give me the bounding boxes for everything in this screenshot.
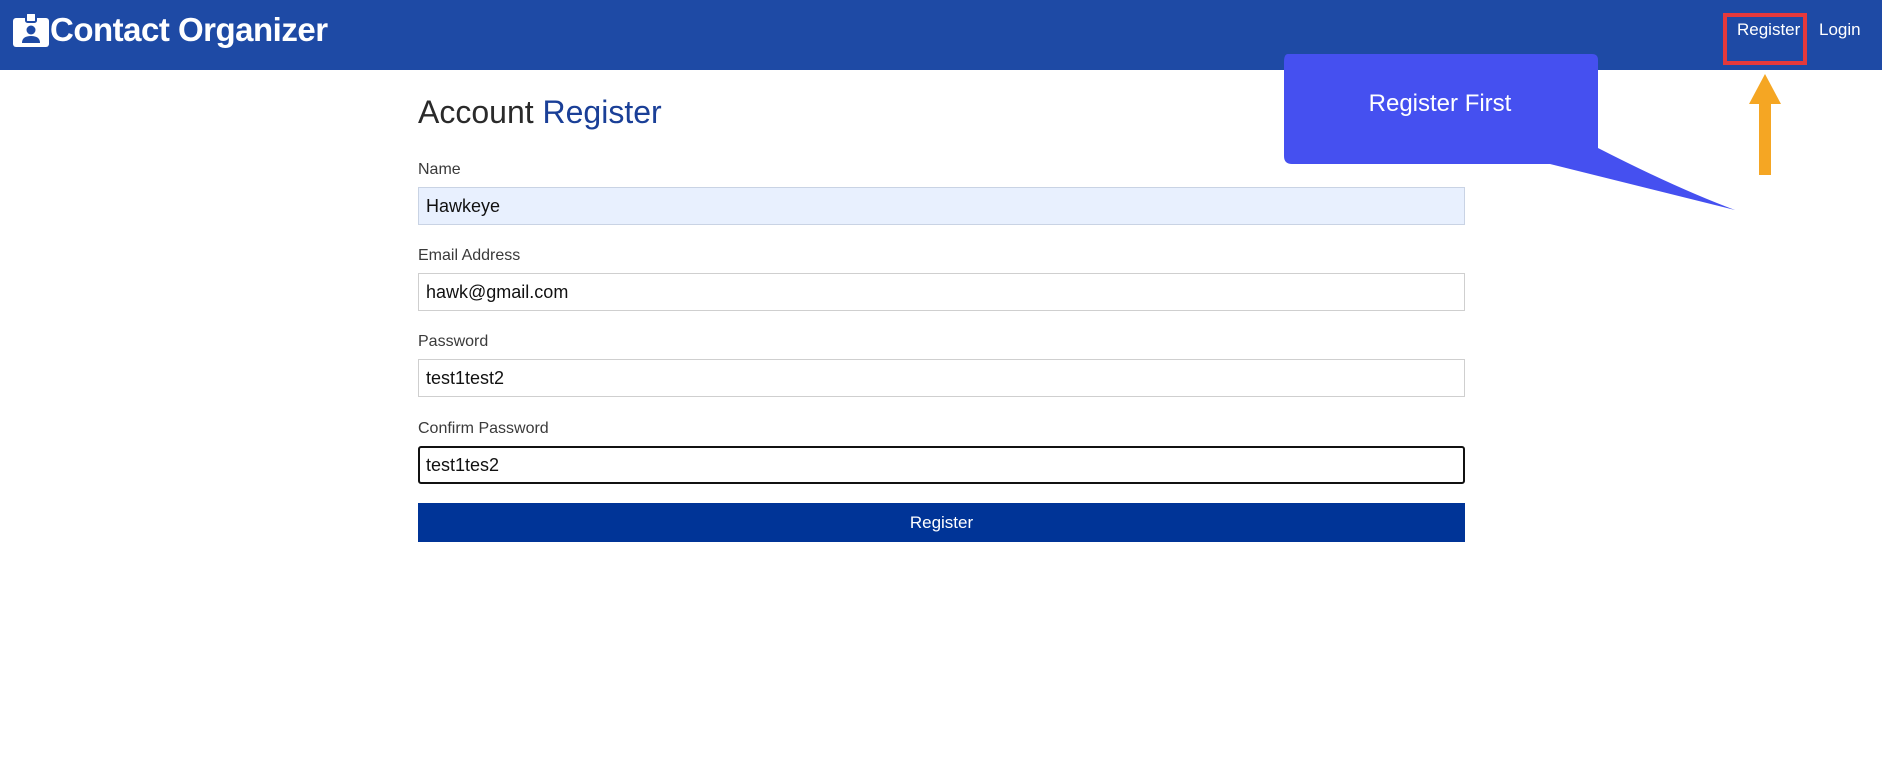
callout-bubble (1284, 54, 1735, 210)
email-field[interactable] (418, 273, 1465, 311)
page-title-accent: Register (542, 94, 662, 130)
confirm-password-field[interactable] (418, 446, 1465, 484)
password-label: Password (418, 333, 489, 350)
name-label: Name (418, 161, 461, 178)
register-submit-button[interactable]: Register (418, 503, 1465, 542)
callout-shape (1284, 54, 1735, 210)
brand-title: Contact Organizer (50, 11, 328, 48)
password-field[interactable] (418, 359, 1465, 397)
nav-login-link[interactable]: Login (1819, 20, 1861, 40)
brand[interactable]: Contact Organizer (12, 11, 328, 49)
email-label: Email Address (418, 247, 521, 264)
up-arrow-icon (1749, 74, 1781, 175)
page-title-part1: Account (418, 94, 534, 130)
confirm-password-label: Confirm Password (418, 420, 549, 437)
contact-card-icon (13, 12, 49, 47)
callout-text: Register First (1368, 90, 1512, 117)
page: Contact Organizer Register Login Account… (0, 0, 1882, 764)
